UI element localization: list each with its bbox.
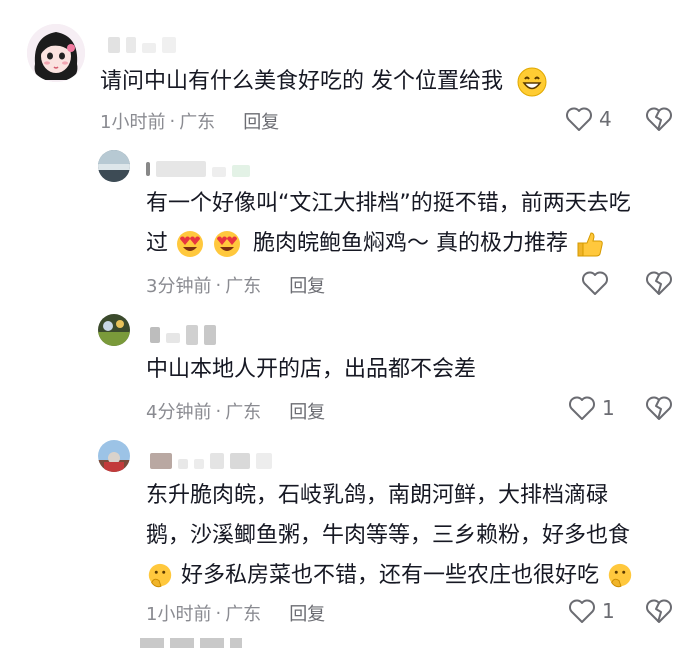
meta-separator: ·: [215, 602, 222, 624]
meta-separator: ·: [215, 400, 222, 422]
username-blurred[interactable]: [150, 325, 216, 345]
region: 广东: [225, 402, 262, 423]
dislike-button[interactable]: [645, 395, 673, 425]
like-count: 1: [602, 396, 615, 420]
dislike-button[interactable]: [645, 598, 673, 628]
reply-button[interactable]: 回复: [289, 398, 325, 424]
meta-separator: ·: [169, 110, 176, 132]
broken-heart-icon: [646, 107, 672, 131]
comment-meta: 1小时前 · 广东 回复: [100, 108, 279, 134]
region: 广东: [179, 112, 216, 133]
comment-meta: 1小时前 · 广东 回复: [146, 600, 325, 626]
timestamp: 3分钟前: [146, 276, 212, 297]
timestamp: 1小时前: [146, 604, 212, 625]
reply-item: 东升脆肉皖，石岐乳鸽，南朗河鲜，大排档滴碌 鹅，沙溪鲫鱼粥，牛肉等等，三乡赖粉，…: [0, 430, 700, 635]
reply-button[interactable]: 回复: [289, 272, 325, 298]
avatar[interactable]: [98, 150, 130, 182]
comment-text: 中山本地人开的店，出品都不会差: [146, 357, 477, 382]
meta-separator: ·: [215, 274, 222, 296]
timestamp: 1小时前: [100, 112, 166, 133]
grinning-emoji-icon: [517, 67, 547, 97]
shushing-emoji-icon: [148, 563, 172, 588]
heart-outline-icon: [566, 107, 592, 131]
username-blurred[interactable]: [150, 452, 272, 470]
heart-eyes-emoji-icon: [214, 231, 241, 257]
heart-outline-icon: [569, 396, 595, 420]
heart-eyes-emoji-icon: [177, 231, 204, 257]
reply-item: 中山本地人开的店，出品都不会差 4分钟前 · 广东 回复 1: [0, 300, 700, 430]
heart-outline-icon: [569, 599, 595, 623]
timestamp: 4分钟前: [146, 402, 212, 423]
thumbs-up-emoji-icon: [577, 232, 603, 257]
dislike-button[interactable]: [645, 270, 673, 300]
comment-meta: 4分钟前 · 广东 回复: [146, 398, 325, 424]
region: 广东: [225, 604, 262, 625]
username-blurred[interactable]: [108, 36, 176, 54]
username-blurred[interactable]: [146, 160, 250, 178]
comment-text: 东升脆肉皖，石岐乳鸽，南朗河鲜，大排档滴碌 鹅，沙溪鲫鱼粥，牛肉等等，三乡赖粉，…: [146, 476, 634, 596]
like-button[interactable]: [581, 270, 615, 296]
broken-heart-icon: [646, 271, 672, 295]
avatar[interactable]: [98, 440, 130, 472]
like-count: 4: [599, 107, 612, 131]
like-button[interactable]: 1: [568, 395, 615, 421]
expand-replies-partial[interactable]: [140, 638, 242, 649]
region: 广东: [225, 276, 262, 297]
like-button[interactable]: 4: [565, 106, 612, 132]
broken-heart-icon: [646, 599, 672, 623]
dislike-button[interactable]: [645, 106, 673, 136]
comment-text: 请问中山有什么美食好吃的 发个位置给我: [100, 62, 548, 102]
reply-button[interactable]: 回复: [289, 600, 325, 626]
shushing-emoji-icon: [608, 563, 632, 588]
avatar[interactable]: [98, 314, 130, 346]
comment-text: 有一个好像叫“文江大排档”的挺不错，前两天去吃 过 脆肉皖鲍鱼焖鸡～ 真的极力推…: [146, 184, 631, 264]
reply-item: 有一个好像叫“文江大排档”的挺不错，前两天去吃 过 脆肉皖鲍鱼焖鸡～ 真的极力推…: [0, 140, 700, 300]
heart-outline-icon: [582, 271, 608, 295]
broken-heart-icon: [646, 396, 672, 420]
comment-item: 请问中山有什么美食好吃的 发个位置给我 1小时前 · 广东 回复 4: [0, 0, 700, 140]
avatar[interactable]: [27, 24, 85, 82]
reply-button[interactable]: 回复: [243, 108, 279, 134]
like-button[interactable]: 1: [568, 598, 615, 624]
like-count: 1: [602, 599, 615, 623]
comment-meta: 3分钟前 · 广东 回复: [146, 272, 325, 298]
